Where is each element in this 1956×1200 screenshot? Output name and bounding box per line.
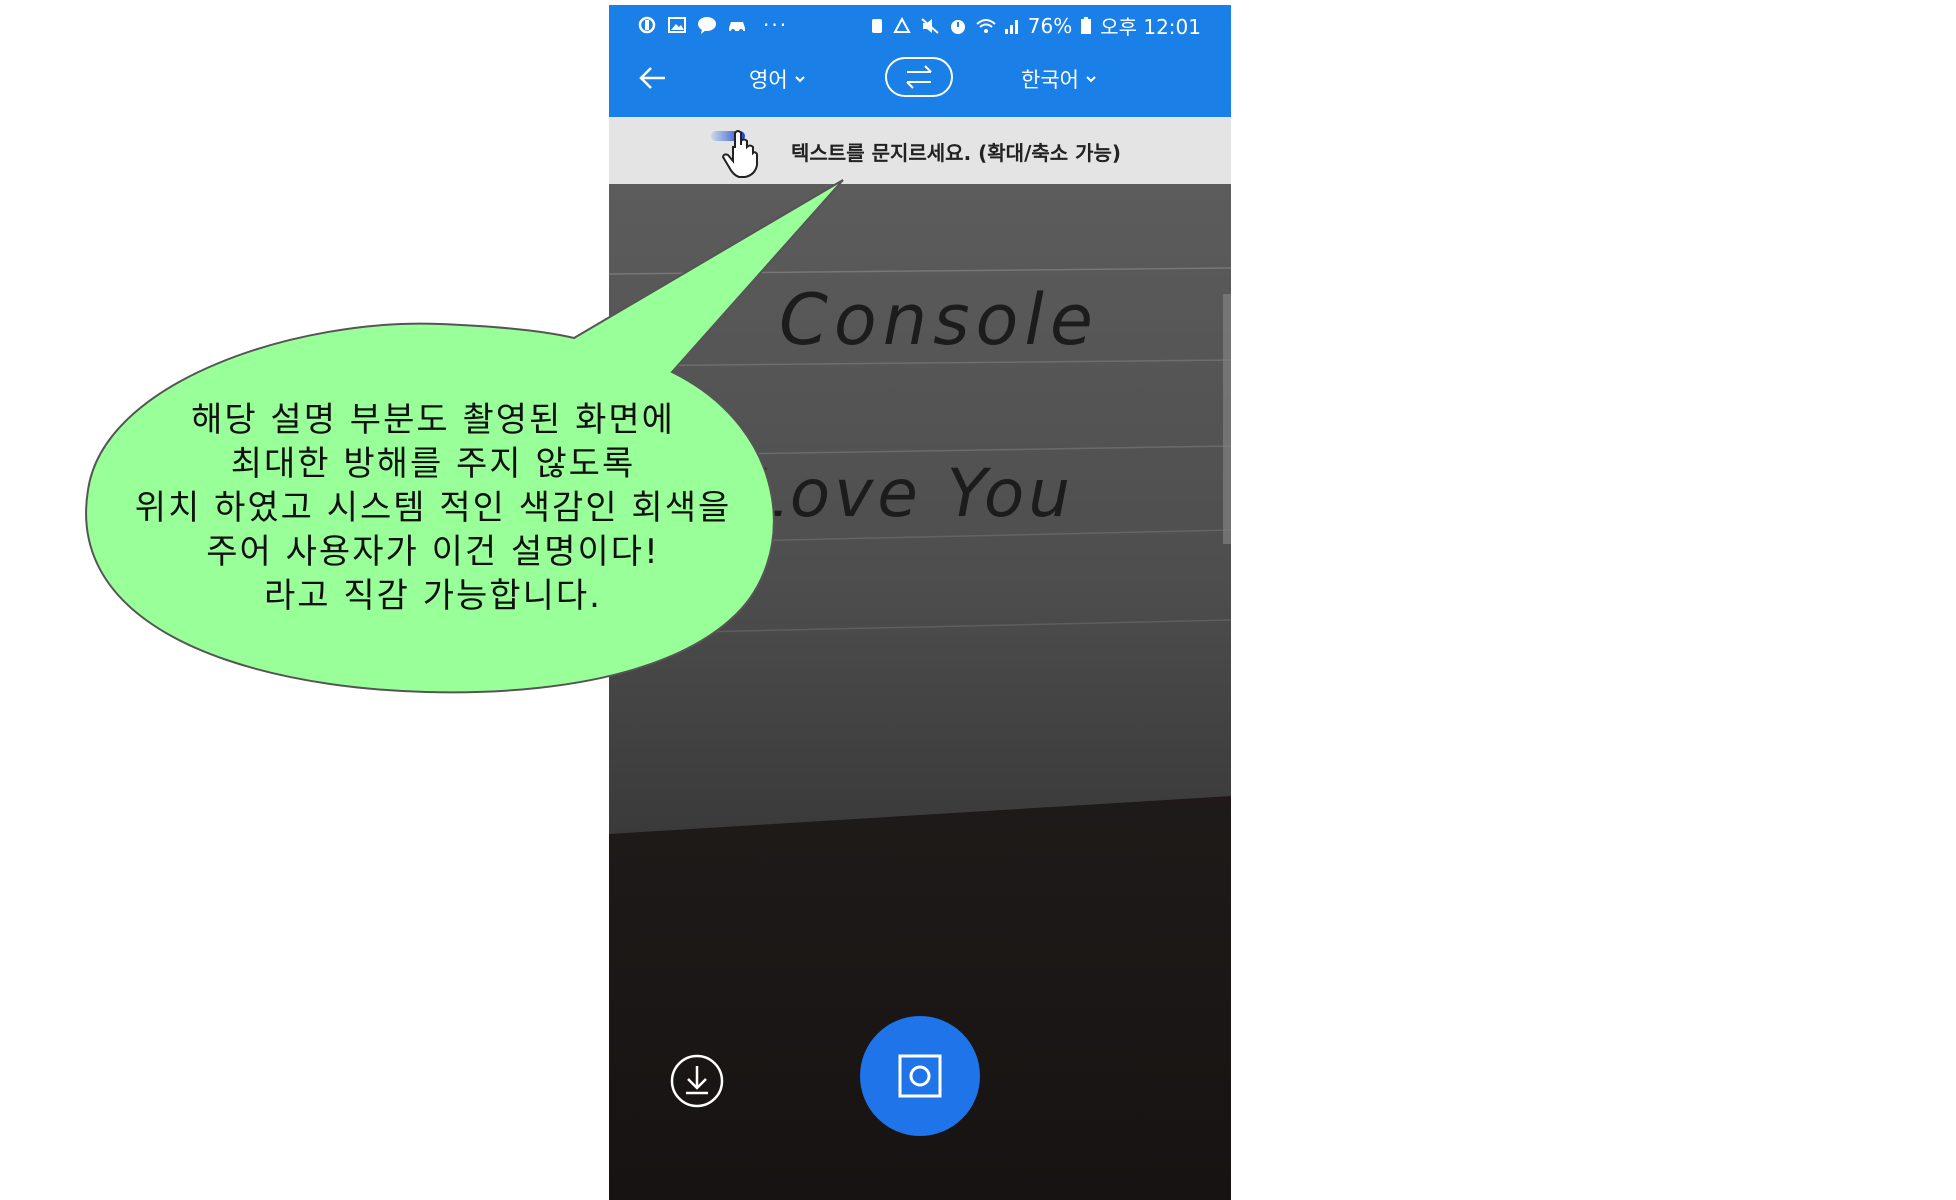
swap-languages-button[interactable] — [885, 57, 953, 97]
app-bar: 영어 한국어 — [609, 42, 1231, 117]
sync-icon — [638, 16, 656, 34]
annotation-text: 해당 설명 부분도 촬영된 화면에 최대한 방해를 주지 않도록 위치 하였고 … — [88, 398, 778, 618]
back-arrow-icon[interactable] — [635, 60, 671, 96]
annotation-line: 위치 하였고 시스템 적인 색감인 회색을 — [134, 488, 732, 528]
annotation-line: 주어 사용자가 이건 설명이다! — [206, 532, 660, 572]
source-language-label: 영어 — [749, 68, 788, 92]
car-icon — [729, 22, 745, 33]
chevron-down-icon — [794, 76, 805, 83]
status-bar: ··· 76% 오후 12:01 — [609, 5, 1231, 42]
battery-icon — [1081, 16, 1092, 34]
chevron-down-icon — [1086, 76, 1096, 83]
more-notifications: ··· — [763, 13, 789, 37]
chat-icon — [698, 17, 716, 34]
annotation-line: 최대한 방해를 주지 않도록 — [230, 444, 636, 484]
source-language-dropdown[interactable]: 영어 — [749, 62, 806, 96]
target-language-label: 한국어 — [1021, 68, 1079, 92]
sim-icon — [871, 18, 882, 33]
wifi-icon — [976, 18, 996, 33]
signal-icon — [1004, 19, 1018, 34]
hint-bar: 텍스트를 문지르세요. (확대/축소 가능) — [609, 117, 1231, 184]
recycle-icon — [893, 16, 911, 33]
annotation-line: 해당 설명 부분도 촬영된 화면에 — [191, 400, 675, 440]
handwriting-line-1: Console — [779, 279, 1099, 361]
capture-button[interactable] — [860, 1016, 980, 1136]
clock: 오후 12:01 — [1100, 15, 1201, 39]
camera-preview[interactable]: Console Love You — [609, 184, 1231, 1200]
gallery-icon — [668, 17, 686, 33]
hint-text: 텍스트를 문지르세요. (확대/축소 가능) — [791, 141, 1122, 165]
annotation-line: 라고 직감 가능합니다. — [264, 576, 602, 616]
camera-shutter-icon — [898, 1054, 942, 1098]
target-language-dropdown[interactable]: 한국어 — [1021, 62, 1097, 96]
swap-arrows-icon — [906, 65, 932, 89]
battery-percent: 76% — [1027, 13, 1073, 38]
handwriting-line-2: Love You — [749, 455, 1074, 532]
swipe-hand-icon — [711, 130, 758, 178]
download-icon[interactable] — [669, 1053, 725, 1109]
alarm-icon — [950, 19, 965, 34]
mute-icon — [921, 17, 939, 34]
